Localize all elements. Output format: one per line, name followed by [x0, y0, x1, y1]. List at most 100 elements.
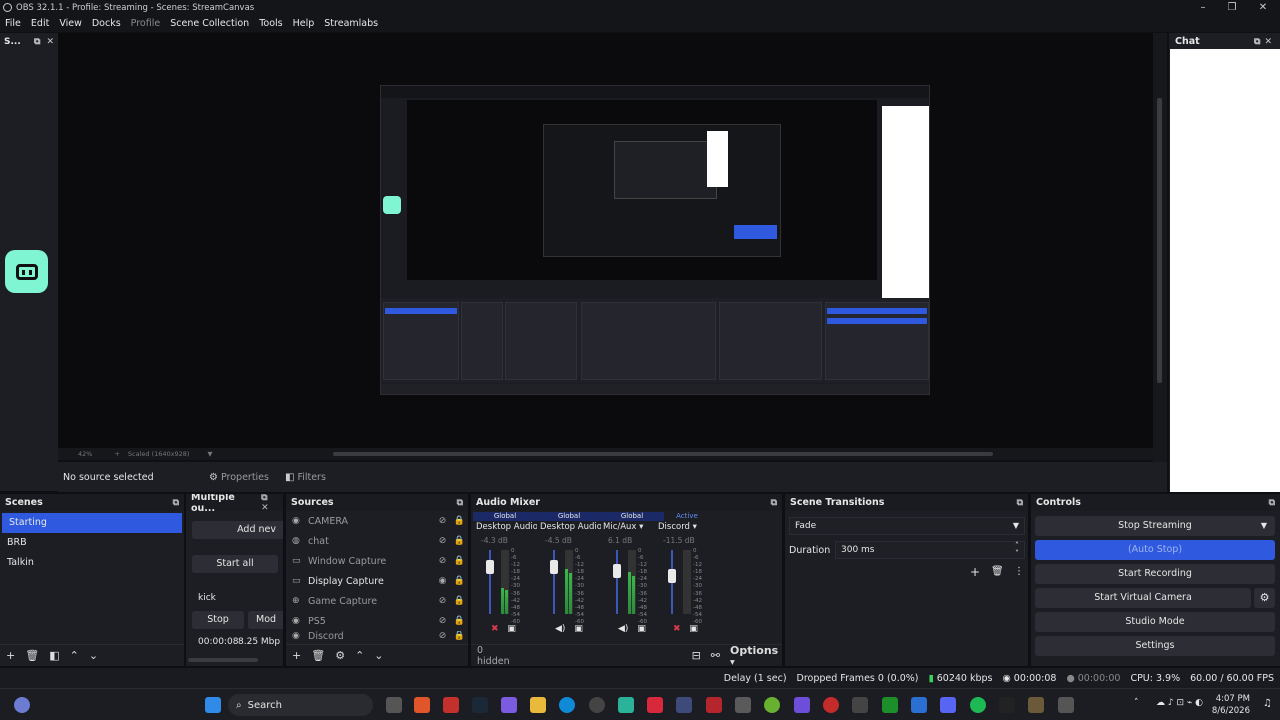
brave-icon[interactable]: [414, 697, 430, 713]
headphones-icon[interactable]: ▣: [637, 624, 646, 634]
eye-hidden-icon[interactable]: ⊘: [434, 616, 451, 626]
mixer-layout-icon[interactable]: ⊟: [692, 649, 701, 662]
eye-hidden-icon[interactable]: ⊘: [434, 556, 451, 566]
lock-icon[interactable]: 🔒: [451, 536, 468, 546]
scene-item-talkin[interactable]: Talkin: [0, 553, 184, 573]
source-item-camera[interactable]: ◉ CAMERA ⊘ 🔒: [286, 511, 468, 531]
remove-transition-icon[interactable]: 🗑: [991, 566, 1004, 577]
eye-hidden-icon[interactable]: ⊘: [434, 516, 451, 526]
file-explorer-icon[interactable]: [530, 697, 546, 713]
headphones-icon[interactable]: ▣: [507, 624, 516, 634]
scene-item-starting[interactable]: Starting: [2, 513, 182, 533]
lock-icon[interactable]: 🔒: [451, 631, 468, 641]
app-icon[interactable]: [911, 697, 927, 713]
xbox-icon[interactable]: [882, 697, 898, 713]
menu-edit[interactable]: Edit: [31, 18, 49, 29]
properties-button[interactable]: ⚙ Properties: [203, 468, 275, 486]
streamlabs-icon[interactable]: [618, 697, 634, 713]
eye-hidden-icon[interactable]: ⊘: [434, 596, 451, 606]
app-icon[interactable]: [794, 697, 810, 713]
steam-icon[interactable]: [472, 697, 488, 713]
preview-vertical-scrollbar[interactable]: [1153, 33, 1167, 491]
volume-slider-handle[interactable]: [550, 559, 558, 574]
spin-arrows-icon[interactable]: ˄ ˅: [1015, 542, 1019, 558]
source-item-display-capture[interactable]: ▭ Display Capture ◉ 🔒: [286, 571, 468, 591]
app-icon[interactable]: [443, 697, 459, 713]
filters-button[interactable]: ◧ Filters: [279, 468, 332, 486]
stop-streaming-button[interactable]: Stop Streaming ▼: [1035, 516, 1275, 536]
more-options-icon[interactable]: ⋮: [1014, 566, 1024, 577]
float-icon[interactable]: ⧉: [457, 498, 463, 508]
float-icon[interactable]: ⧉: [34, 37, 40, 47]
eye-hidden-icon[interactable]: ⊘: [434, 536, 451, 546]
taskbar-clock[interactable]: 4:07 PM 8/6/2026: [1212, 693, 1250, 717]
add-transition-icon[interactable]: +: [970, 565, 980, 579]
streamlabs-logo[interactable]: [5, 250, 48, 293]
gear-icon[interactable]: ⚙: [335, 649, 345, 662]
windows-start-icon[interactable]: [205, 697, 221, 713]
filter-icon[interactable]: ◧: [49, 649, 59, 662]
source-item-ps5[interactable]: ◉ PS5 ⊘ 🔒: [286, 611, 468, 631]
headphones-icon[interactable]: ▣: [574, 624, 583, 634]
add-new-button[interactable]: Add nev: [192, 521, 283, 539]
maximize-button[interactable]: ❐: [1215, 0, 1249, 15]
task-view-icon[interactable]: [386, 697, 402, 713]
close-icon[interactable]: ✕: [46, 37, 54, 47]
source-item-game-capture[interactable]: ⊕ Game Capture ⊘ 🔒: [286, 591, 468, 611]
close-button[interactable]: ✕: [1246, 0, 1280, 15]
speaker-icon[interactable]: ◀): [618, 624, 628, 634]
chat-dock-controls[interactable]: ⧉✕: [1254, 37, 1276, 47]
add-scene-icon[interactable]: +: [6, 649, 15, 662]
app-icon[interactable]: [735, 697, 751, 713]
move-up-icon[interactable]: ⌃: [70, 649, 79, 662]
start-virtual-camera-button[interactable]: Start Virtual Camera: [1035, 588, 1251, 608]
settings-button[interactable]: Settings: [1035, 636, 1275, 656]
taskbar-search[interactable]: ⌕ Search: [228, 694, 373, 716]
record-app-icon[interactable]: [647, 697, 663, 713]
menu-file[interactable]: File: [5, 18, 21, 29]
chat-panel[interactable]: [1170, 49, 1280, 492]
add-source-icon[interactable]: +: [292, 649, 301, 662]
preview-scrollbar[interactable]: [333, 452, 993, 456]
app-icon[interactable]: [764, 697, 780, 713]
settings-app-icon[interactable]: [1058, 697, 1074, 713]
edge-icon[interactable]: [559, 697, 575, 713]
move-down-icon[interactable]: ⌄: [374, 649, 383, 662]
move-down-icon[interactable]: ⌄: [89, 649, 98, 662]
notification-bell-icon[interactable]: ♫: [1263, 698, 1272, 709]
voicemeeter-icon[interactable]: [706, 697, 722, 713]
chevron-down-icon[interactable]: ▼: [207, 450, 212, 458]
speaker-icon[interactable]: ◀): [555, 624, 565, 634]
channel-device-select[interactable]: Discord ▾: [655, 521, 719, 533]
discord-icon[interactable]: [940, 697, 956, 713]
start-recording-button[interactable]: Start Recording: [1035, 564, 1275, 584]
speaker-muted-icon[interactable]: ✖: [673, 624, 681, 634]
stop-output-button[interactable]: Stop: [192, 611, 244, 629]
menu-view[interactable]: View: [59, 18, 82, 29]
lock-icon[interactable]: 🔒: [451, 616, 468, 626]
auto-stop-button[interactable]: (Auto Stop): [1035, 540, 1275, 560]
eye-icon[interactable]: ◉: [434, 576, 451, 586]
app-icon[interactable]: [999, 697, 1015, 713]
lock-icon[interactable]: 🔒: [451, 596, 468, 606]
app-icon[interactable]: [1028, 697, 1044, 713]
mixer-options-button[interactable]: Options ▾: [730, 644, 788, 668]
menu-tools[interactable]: Tools: [259, 18, 282, 29]
dock-controls[interactable]: ⧉ ✕: [261, 494, 278, 513]
spotify-icon[interactable]: [970, 697, 986, 713]
menu-streamlabs[interactable]: Streamlabs: [324, 18, 378, 29]
volume-slider-handle[interactable]: [613, 564, 621, 579]
app-icon[interactable]: [823, 697, 839, 713]
remove-scene-icon[interactable]: 🗑: [25, 649, 39, 662]
float-icon[interactable]: ⧉: [771, 498, 777, 508]
mixer-link-icon[interactable]: ⚯: [711, 649, 720, 662]
zoom-level[interactable]: 42%: [78, 450, 92, 458]
headphones-icon[interactable]: ▣: [689, 624, 698, 634]
menu-docks[interactable]: Docks: [92, 18, 121, 29]
float-icon[interactable]: ⧉: [173, 498, 179, 508]
virtual-camera-settings-gear-icon[interactable]: ⚙: [1254, 588, 1275, 608]
source-item-discord[interactable]: ◉ Discord ⊘ 🔒: [286, 631, 468, 641]
lock-icon[interactable]: 🔒: [451, 556, 468, 566]
app-icon[interactable]: [852, 697, 868, 713]
menu-help[interactable]: Help: [293, 18, 315, 29]
